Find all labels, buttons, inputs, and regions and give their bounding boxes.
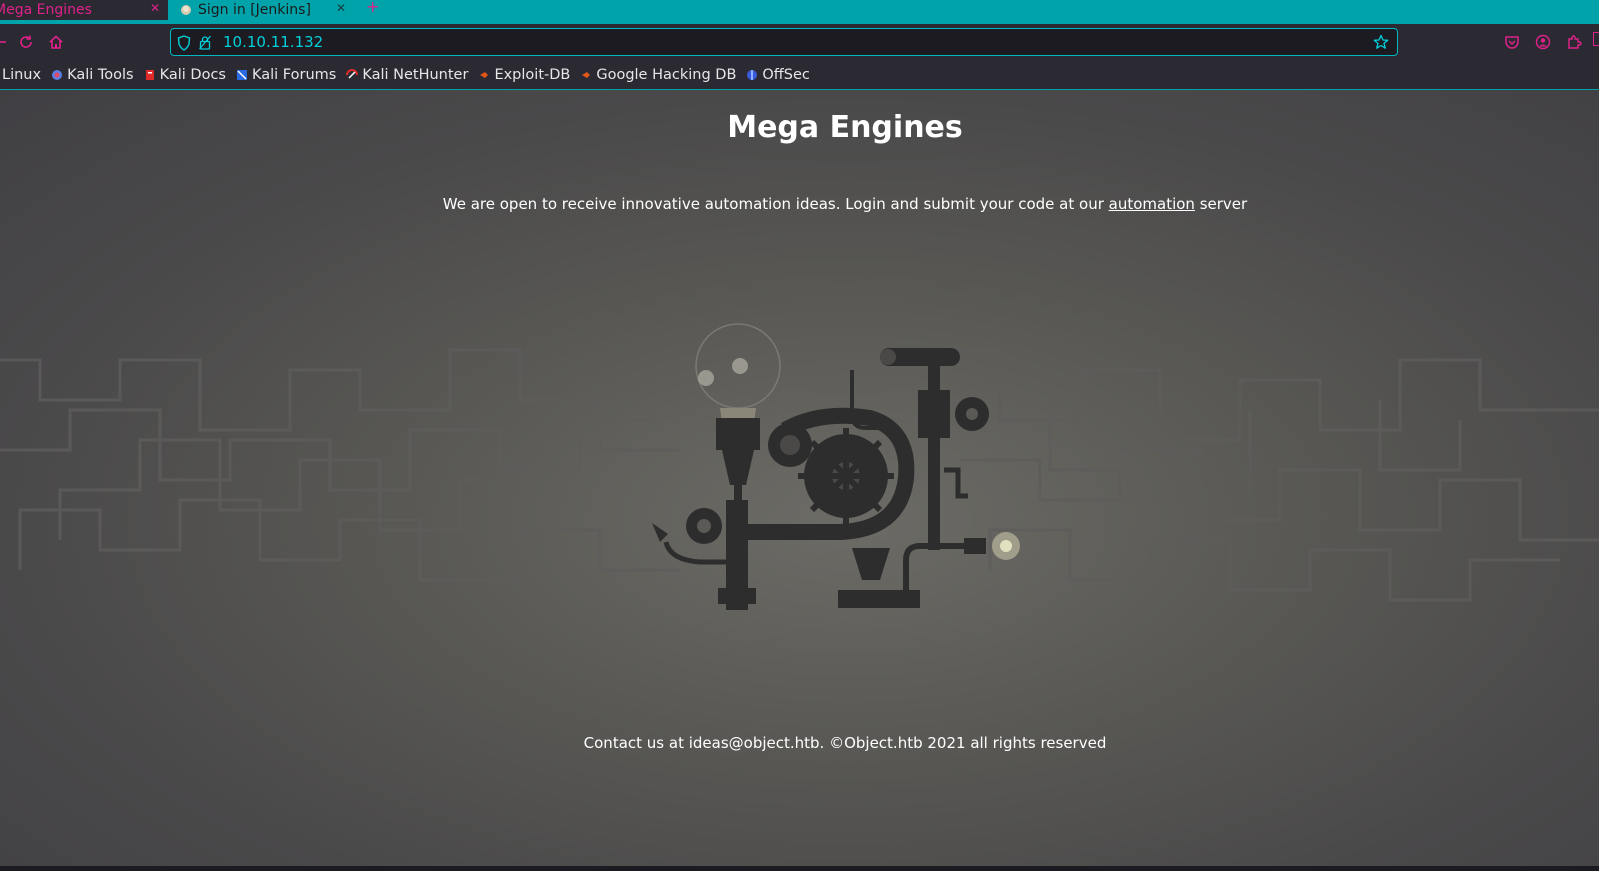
home-icon[interactable]: [46, 32, 66, 52]
kali-tools-icon: [52, 69, 63, 80]
page-title: Mega Engines: [727, 110, 963, 145]
tagline-text: We are open to receive innovative automa…: [442, 195, 1109, 213]
ghdb-icon: [582, 71, 591, 78]
bookmark-item[interactable]: Exploit-DB: [478, 67, 570, 83]
automation-link[interactable]: automation: [1109, 195, 1195, 213]
bookmark-star-icon[interactable]: [1373, 34, 1389, 50]
bookmark-item[interactable]: Kali Forums: [236, 67, 336, 83]
url-bar[interactable]: 10.10.11.132: [170, 28, 1398, 56]
kali-docs-icon: [145, 69, 154, 80]
account-icon[interactable]: [1535, 34, 1551, 50]
tracking-shield-icon[interactable]: [177, 35, 191, 51]
reload-icon[interactable]: [16, 32, 36, 52]
page-content: Mega Engines We are open to receive inno…: [0, 90, 1599, 871]
url-text: 10.10.11.132: [223, 33, 324, 51]
bookmark-item[interactable]: Google Hacking DB: [580, 67, 736, 83]
bookmark-item[interactable]: OffSec: [746, 67, 810, 83]
bookmark-label: Linux: [2, 66, 42, 83]
bookmark-label: Exploit-DB: [494, 66, 571, 83]
tab-title: Mega Engines: [0, 2, 92, 18]
bookmark-label: Kali Tools: [67, 66, 134, 83]
bookmark-item[interactable]: Kali Docs: [144, 67, 226, 83]
offsec-icon: [747, 69, 758, 80]
tagline: We are open to receive innovative automa…: [0, 195, 1599, 213]
tab-mega-engines[interactable]: Mega Engines ✕: [0, 0, 168, 20]
bookmark-item[interactable]: Linux: [2, 67, 41, 83]
close-icon[interactable]: ✕: [336, 1, 346, 15]
extensions-icon[interactable]: [1566, 34, 1582, 50]
nav-toolbar: 10.10.11.132: [0, 24, 1599, 60]
bookmark-label: Kali Forums: [251, 66, 337, 83]
bookmark-item[interactable]: Kali Tools: [51, 67, 134, 83]
bookmark-label: Kali Docs: [159, 66, 226, 83]
new-tab-button[interactable]: +: [366, 0, 379, 16]
exploitdb-icon: [480, 71, 489, 78]
nethunter-icon: [346, 68, 359, 79]
close-icon[interactable]: ✕: [150, 1, 160, 15]
bookmark-item[interactable]: Kali NetHunter: [346, 67, 468, 83]
tab-jenkins[interactable]: Sign in [Jenkins] ✕: [174, 0, 354, 20]
bookmark-label: OffSec: [762, 66, 810, 83]
engine-machine-illustration: [0, 323, 1599, 610]
bookmarks-bar: Linux Kali Tools Kali Docs Kali Forums K…: [0, 60, 1599, 90]
jenkins-favicon-icon: [181, 5, 191, 15]
lock-insecure-icon[interactable]: [199, 35, 211, 50]
tagline-suffix: server: [1194, 195, 1248, 213]
kali-forums-icon: [236, 69, 247, 80]
forward-icon[interactable]: [0, 32, 14, 52]
menu-edge-icon[interactable]: [1593, 32, 1599, 46]
footer-contact: Contact us at ideas@object.htb. ©Object.…: [583, 734, 1107, 752]
bookmark-label: Kali NetHunter: [362, 66, 469, 83]
tab-strip: Mega Engines ✕ Sign in [Jenkins] ✕ +: [0, 0, 1599, 24]
bookmark-label: Google Hacking DB: [596, 66, 737, 83]
pocket-icon[interactable]: [1504, 34, 1520, 50]
window-bottom-border: [0, 866, 1599, 871]
tab-title: Sign in [Jenkins]: [198, 2, 311, 18]
